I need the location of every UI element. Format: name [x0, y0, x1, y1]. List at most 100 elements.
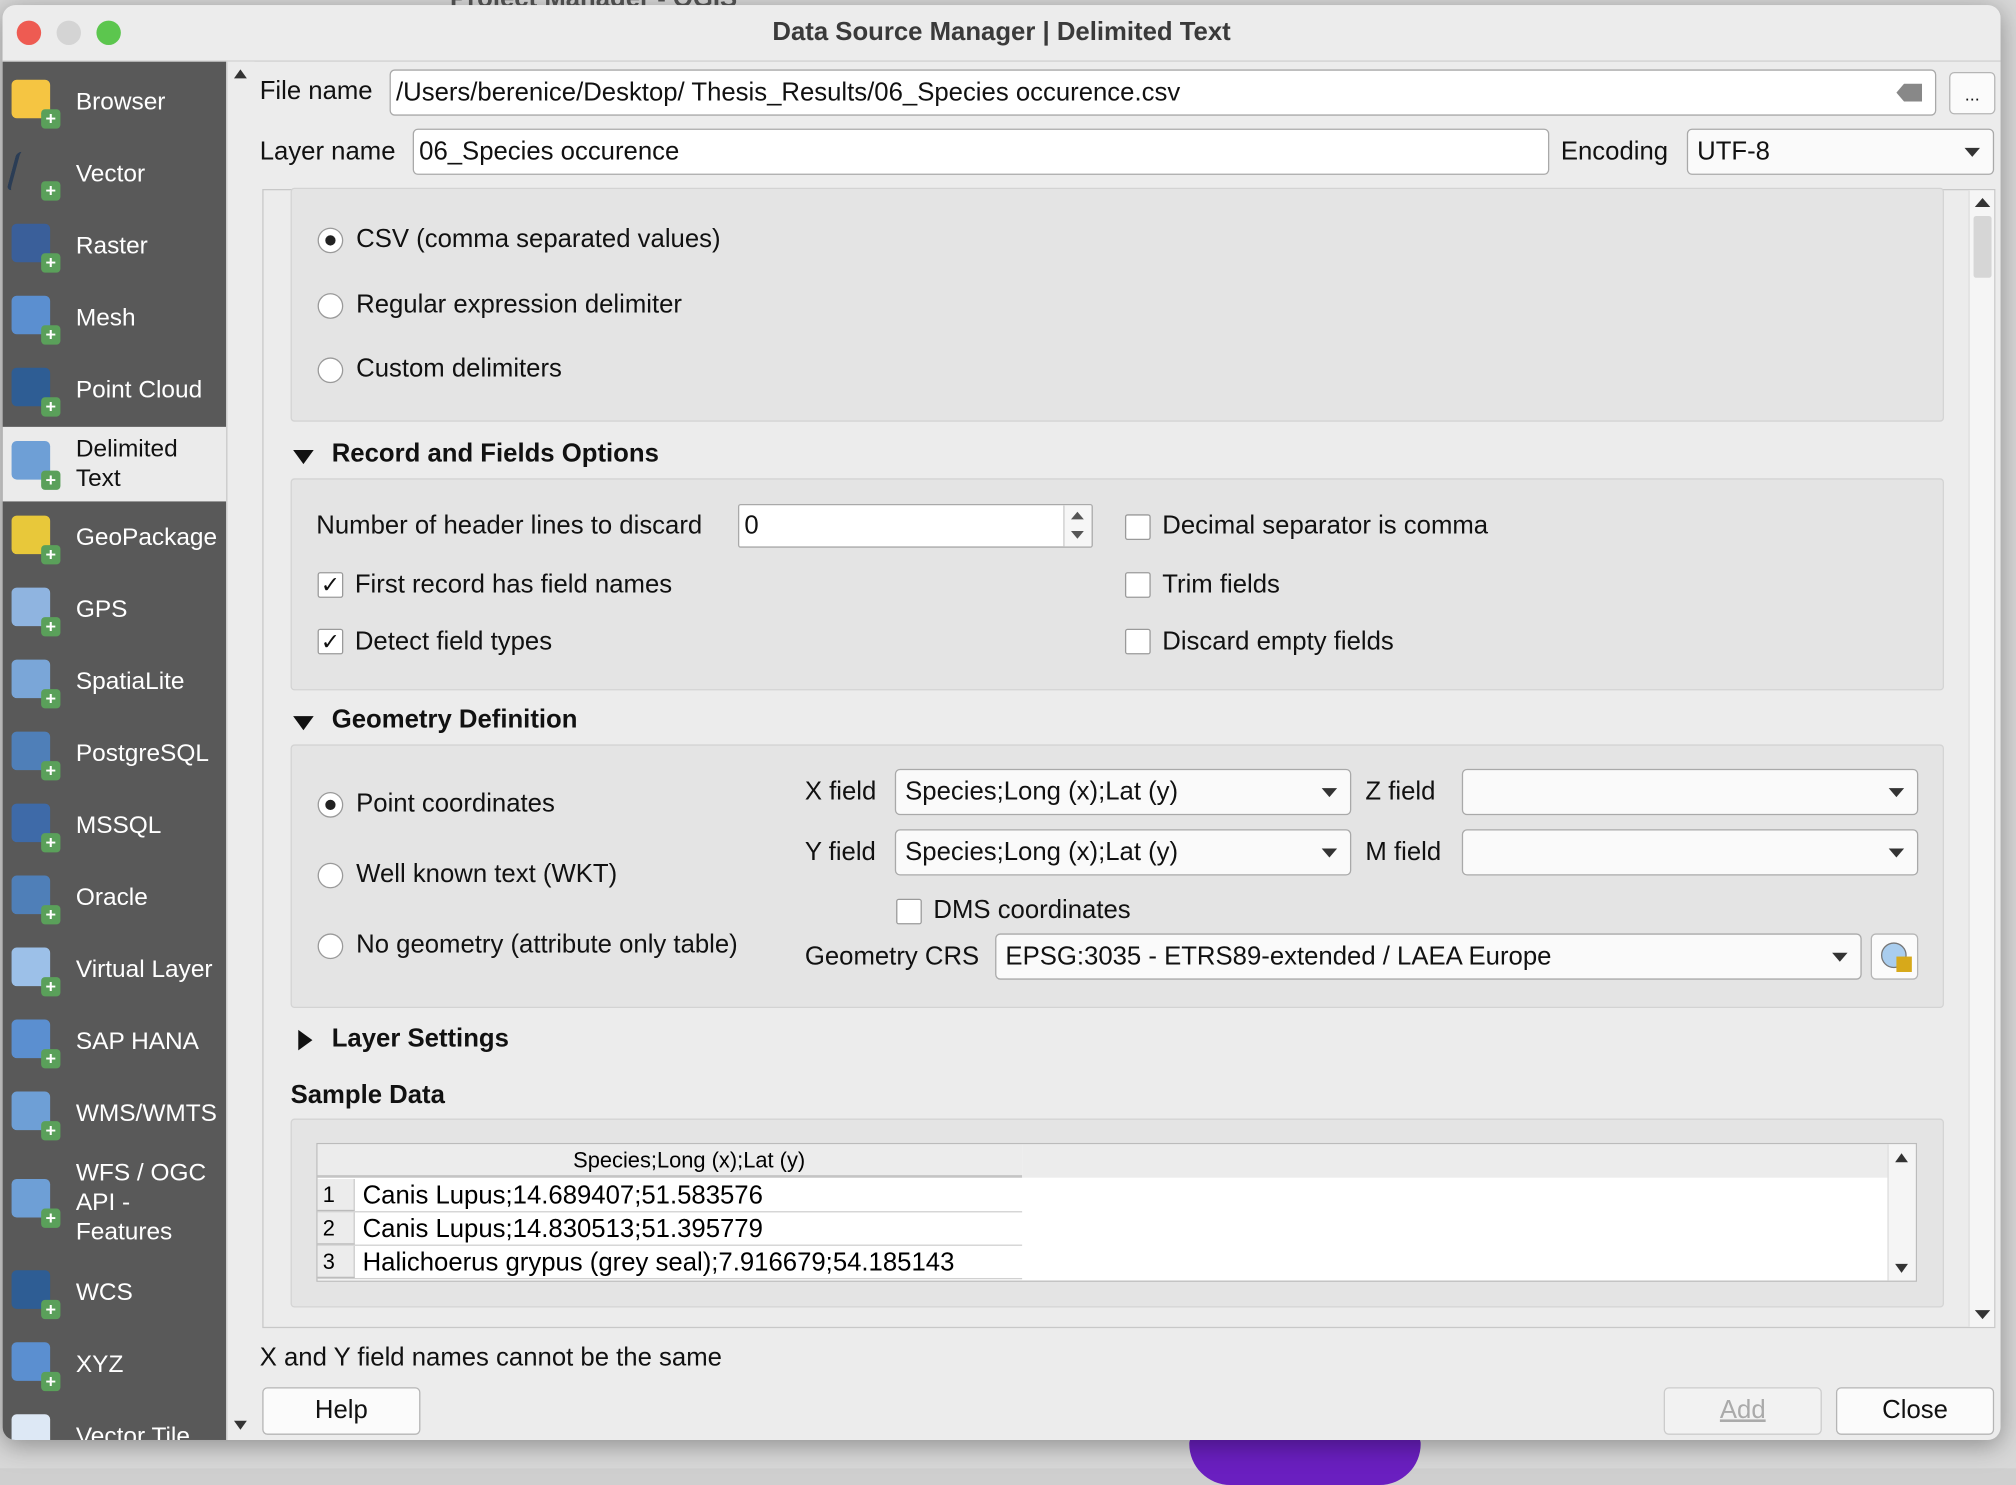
format-radio[interactable] — [317, 227, 344, 254]
sidebar-item-xyz[interactable]: + XYZ — [3, 1329, 227, 1401]
encoding-label: Encoding — [1560, 137, 1669, 166]
sidebar-item-raster[interactable]: + Raster — [3, 211, 227, 283]
sidebar-item-label: GPS — [75, 596, 128, 624]
table-row[interactable]: 3 Halichoerus grypus (grey seal);7.916679… — [317, 1245, 1023, 1280]
row-value: Canis Lupus;14.830513;51.395779 — [362, 1214, 763, 1244]
sidebar-item-vector-tile[interactable]: + Vector Tile — [3, 1401, 227, 1440]
file-name-input[interactable]: /Users/berenice/Desktop/ Thesis_Results/… — [389, 69, 1937, 116]
file-name-value: /Users/berenice/Desktop/ Thesis_Results/… — [395, 77, 1181, 107]
sidebar-item-browser[interactable]: + Browser — [3, 67, 227, 139]
source-sidebar: + Browser + Vector + Raster + Mesh + Point Cloud +… — [2, 61, 227, 1440]
scroll-up-icon[interactable] — [1974, 197, 1991, 207]
globe-icon: + — [9, 1089, 61, 1141]
plus-badge-icon: + — [41, 325, 61, 345]
expand-triangle-icon[interactable] — [298, 1029, 313, 1051]
decimal-comma-label: Decimal separator is comma — [1162, 511, 1489, 540]
format-radio[interactable] — [317, 357, 344, 384]
browse-button[interactable]: ... — [1949, 71, 1996, 115]
sidebar-item-label: Point Cloud — [75, 376, 203, 404]
header-lines-spinbox[interactable]: 0 — [737, 503, 1093, 548]
sidebar-item-mesh[interactable]: + Mesh — [3, 283, 227, 355]
first-record-label: First record has field names — [354, 570, 673, 600]
sidebar-item-wms-wmts[interactable]: + WMS/WMTS — [3, 1079, 227, 1151]
record-options-header[interactable]: Record and Fields Options — [332, 440, 659, 470]
scrollbar-thumb[interactable] — [1973, 215, 1992, 278]
geometry-header[interactable]: Geometry Definition — [332, 706, 578, 736]
sidebar-item-postgresql[interactable]: + PostgreSQL — [3, 719, 227, 791]
close-button[interactable]: Close — [1835, 1387, 1995, 1435]
collapse-triangle-icon[interactable] — [293, 449, 314, 465]
sidebar-item-virtual-layer[interactable]: + Virtual Layer — [3, 935, 227, 1007]
layer-name-input[interactable]: 06_Species occurence — [412, 128, 1550, 175]
geometry-type-radio[interactable] — [317, 791, 344, 818]
scroll-up-icon[interactable] — [1895, 1153, 1908, 1163]
y-field-select[interactable]: Species;Long (x);Lat (y) — [894, 829, 1352, 876]
sidebar-item-point-cloud[interactable]: + Point Cloud — [3, 355, 227, 427]
sidebar-item-gps[interactable]: + GPS — [3, 575, 227, 647]
sidebar-item-vector[interactable]: + Vector — [3, 139, 227, 211]
format-option-label: CSV (comma separated values) — [356, 224, 721, 254]
header-lines-label: Number of header lines to discard — [316, 511, 703, 540]
decimal-comma-checkbox[interactable] — [1124, 514, 1151, 540]
sidebar-item-label: Vector — [75, 160, 146, 188]
first-record-checkbox[interactable]: ✓ — [317, 572, 344, 598]
m-field-select[interactable] — [1461, 829, 1919, 876]
scroll-down-icon[interactable] — [233, 1420, 247, 1430]
header-lines-value: 0 — [744, 511, 759, 540]
sidebar-item-geopackage[interactable]: + GeoPackage — [3, 503, 227, 575]
z-field-select[interactable] — [1461, 768, 1919, 816]
x-field-label: X field — [804, 777, 877, 807]
sidebar-item-oracle[interactable]: + Oracle — [3, 863, 227, 935]
layer-settings-header[interactable]: Layer Settings — [332, 1025, 509, 1055]
dms-checkbox[interactable] — [896, 898, 922, 925]
plus-badge-icon: + — [41, 1049, 61, 1069]
sidebar-item-wfs-ogc-api-features[interactable]: + WFS / OGC API - Features — [3, 1151, 227, 1254]
sidebar-item-mssql[interactable]: + MSSQL — [3, 791, 227, 863]
column-header[interactable]: Species;Long (x);Lat (y) — [317, 1144, 1023, 1178]
clear-icon[interactable] — [1896, 83, 1923, 102]
sidebar-item-spatialite[interactable]: + SpatiaLite — [3, 647, 227, 719]
encoding-select[interactable]: UTF-8 — [1686, 128, 1995, 175]
trim-fields-checkbox[interactable] — [1124, 572, 1151, 598]
sidebar-scrollbar[interactable] — [226, 61, 255, 1440]
table-row[interactable]: 1 Canis Lupus;14.689407;51.583576 — [317, 1178, 1023, 1213]
sidebar-item-delimited-text[interactable]: + Delimited Text — [2, 426, 227, 502]
format-radio[interactable] — [317, 293, 344, 319]
options-scrollbar[interactable] — [1968, 190, 1995, 1327]
discard-empty-checkbox[interactable] — [1124, 628, 1151, 655]
crs-select[interactable]: EPSG:3035 - ETRS89-extended / LAEA Europ… — [995, 933, 1862, 980]
scroll-up-icon[interactable] — [233, 69, 247, 79]
plus-badge-icon: + — [41, 689, 61, 709]
sidebar-item-label: Virtual Layer — [75, 956, 213, 984]
z-field-label: Z field — [1365, 777, 1436, 807]
scroll-down-icon[interactable] — [1895, 1263, 1908, 1273]
sidebar-item-label: WMS/WMTS — [75, 1100, 217, 1128]
sidebar-item-wcs[interactable]: + WCS — [3, 1257, 227, 1329]
plus-badge-icon: + — [41, 977, 61, 997]
chevron-down-icon — [1964, 147, 1980, 157]
vector-tile-icon: + — [9, 1412, 60, 1440]
plus-badge-icon: + — [41, 905, 61, 925]
scroll-down-icon[interactable] — [1974, 1310, 1991, 1320]
sidebar-item-sap-hana[interactable]: + SAP HANA — [3, 1007, 227, 1079]
geometry-type-radio[interactable] — [317, 862, 344, 889]
geometry-type-radio[interactable] — [317, 933, 344, 960]
crs-selector-button[interactable] — [1870, 933, 1919, 980]
file-name-label: File name — [259, 77, 373, 106]
add-button[interactable]: Add — [1663, 1387, 1822, 1435]
collapse-triangle-icon[interactable] — [293, 716, 314, 731]
x-field-select[interactable]: Species;Long (x);Lat (y) — [894, 768, 1352, 816]
sidebar-item-label: MSSQL — [75, 812, 162, 840]
table-scrollbar[interactable] — [1887, 1144, 1916, 1281]
spin-buttons[interactable] — [1063, 505, 1092, 547]
trim-fields-label: Trim fields — [1162, 570, 1280, 600]
spin-down-icon[interactable] — [1070, 530, 1084, 539]
m-field-label: M field — [1365, 838, 1442, 867]
detect-types-checkbox[interactable]: ✓ — [317, 628, 344, 655]
help-button[interactable]: Help — [262, 1387, 421, 1435]
spin-up-icon[interactable] — [1070, 511, 1084, 520]
sidebar-item-label: Browser — [75, 88, 166, 116]
table-row[interactable]: 2 Canis Lupus;14.830513;51.395779 — [317, 1212, 1023, 1246]
virtual-layer-icon: + — [9, 945, 61, 997]
map-feature — [1189, 1433, 1421, 1485]
